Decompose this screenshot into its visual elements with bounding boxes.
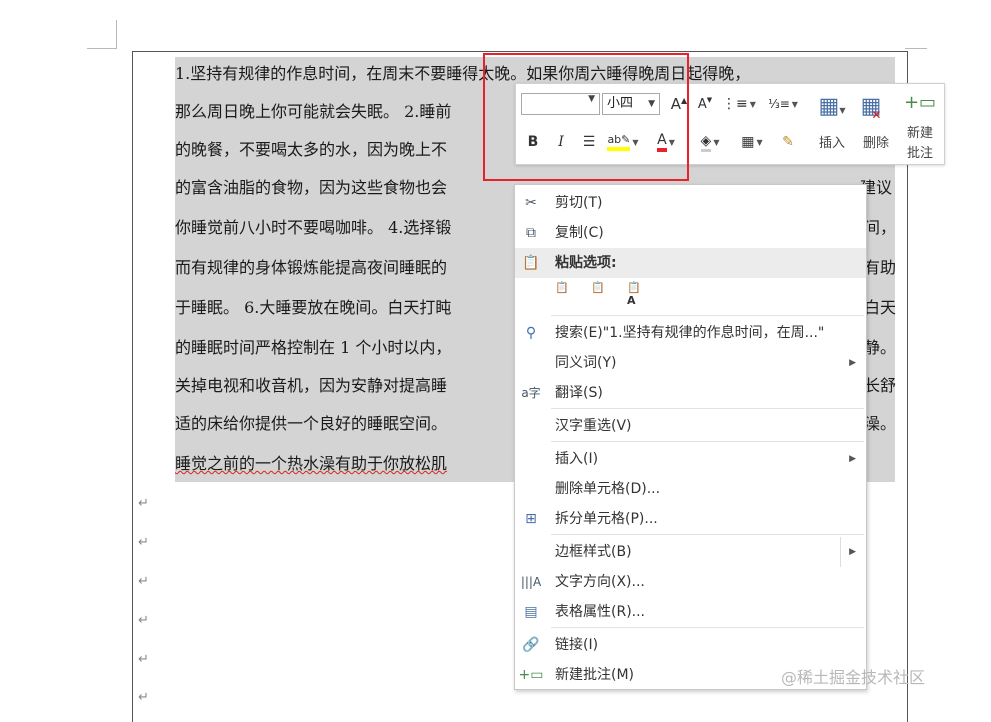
menu-item-text-direction[interactable]: |||A 文字方向(X)... [515, 567, 866, 597]
shrink-font-button[interactable]: A ▼ [694, 92, 716, 116]
menu-item-copy[interactable]: ⧉ 复制(C) [515, 218, 866, 248]
new-comment-button[interactable]: +▭ 新建 批注 [900, 90, 940, 161]
menu-item-synonyms[interactable]: 同义词(Y) ▶ [515, 348, 866, 378]
table-properties-icon: ▤ [524, 604, 538, 620]
chevron-down-icon: ▼ [791, 99, 798, 109]
document-line-fragment: 间， [864, 218, 897, 237]
paste-options-header: 📋 粘贴选项: [515, 248, 866, 278]
document-line-fragment: 有助 [864, 258, 897, 277]
document-line[interactable]: 那么周日晚上你可能就会失眠。 2.睡前 [175, 95, 452, 129]
borders-button[interactable]: ▦ ▼ [734, 130, 770, 154]
link-icon: 🔗 [522, 637, 540, 653]
paragraph-mark: ↵ [138, 496, 149, 511]
selected-text[interactable]: 的晚餐，不要喝太多的水，因为晚上不 [175, 140, 448, 159]
menu-item-split-cells[interactable]: ⊞ 拆分单元格(P)... [515, 504, 866, 534]
crop-mark [905, 48, 927, 49]
paragraph-mark: ↵ [138, 574, 149, 589]
chevron-down-icon: ▼ [749, 99, 756, 109]
document-line[interactable]: 你睡觉前八小时不要喝咖啡。 4.选择锻 [175, 211, 452, 245]
paragraph-mark: ↵ [138, 652, 149, 667]
numbering-button[interactable]: ⅓≡ ▼ [764, 92, 802, 116]
format-painter-button[interactable]: ✎ [778, 130, 798, 154]
document-line[interactable]: 的睡眠时间严格控制在 1 个小时以内， [175, 331, 452, 365]
selected-text[interactable]: 睡觉之前的一个热水澡有助于你放松肌 [175, 454, 448, 473]
paste-text-only-button[interactable]: 📋A [627, 281, 649, 307]
document-line[interactable]: 而有规律的身体锻炼能提高夜间睡眠的 [175, 251, 448, 285]
clipboard-icon: 📋 [522, 255, 540, 271]
paragraph-mark: ↵ [138, 690, 149, 705]
bullet-list-icon: ⋮≡ [722, 96, 748, 112]
delete-table-icon: ▦✕ [860, 94, 882, 122]
selected-text[interactable]: 那么周日晚上你可能就会失眠。 2.睡前 [175, 102, 452, 121]
delete-button[interactable]: ▦✕ 删除 [856, 90, 896, 160]
text-direction-icon: |||A [520, 575, 542, 589]
paste-keep-format-button[interactable]: 📋 [555, 281, 577, 305]
numbered-list-icon: ⅓≡ [768, 97, 790, 111]
chevron-right-icon: ▶ [840, 537, 856, 567]
menu-separator [551, 441, 864, 442]
document-line-fragment: 静。 [864, 338, 897, 357]
chevron-down-icon: ▼ [713, 137, 720, 147]
crop-mark [87, 48, 117, 49]
document-line[interactable]: 的晚餐，不要喝太多的水，因为晚上不 [175, 133, 448, 167]
format-painter-icon: ✎ [782, 134, 794, 150]
insert-table-icon: ▦▼ [818, 94, 846, 119]
selected-text[interactable]: 你睡觉前八小时不要喝咖啡。 4.选择锻 [175, 218, 452, 237]
selected-text[interactable]: 的睡眠时间严格控制在 1 个小时以内， [175, 338, 452, 357]
chevron-right-icon: ▶ [849, 358, 856, 368]
paragraph-mark: ↵ [138, 535, 149, 550]
comment-icon: +▭ [903, 92, 937, 113]
context-menu: ✂ 剪切(T) ⧉ 复制(C) 📋 粘贴选项: 📋 📋 📋A ⚲ 搜索(E)"1… [514, 184, 867, 690]
menu-item-insert[interactable]: 插入(I) ▶ [515, 444, 866, 474]
translate-icon: a字 [521, 386, 541, 400]
document-line-fragment: 长舒 [864, 376, 897, 395]
border-icon: ▦ [741, 134, 755, 150]
menu-item-border-styles[interactable]: 边框样式(B) ▶ [515, 537, 866, 567]
menu-item-table-properties[interactable]: ▤ 表格属性(R)... [515, 597, 866, 627]
selected-text[interactable]: 关掉电视和收音机，因为安静对提高睡 [175, 376, 448, 395]
menu-separator [551, 534, 864, 535]
document-line-fragment: 白天 [864, 298, 897, 317]
copy-icon: ⧉ [526, 225, 536, 241]
insert-button[interactable]: ▦▼ 插入 [812, 90, 852, 160]
paint-bucket-icon: ◈ [700, 133, 712, 152]
bullets-button[interactable]: ⋮≡ ▼ [722, 92, 756, 116]
split-cells-icon: ⊞ [525, 511, 537, 527]
document-line-fragment: 澡。 [864, 414, 897, 433]
new-comment-icon: +▭ [518, 667, 544, 683]
document-line[interactable]: 的富含油脂的食物，因为这些食物也会 [175, 171, 448, 205]
paragraph-mark: ↵ [138, 613, 149, 628]
document-line[interactable]: 适的床给你提供一个良好的睡眠空间。 [175, 407, 448, 441]
paste-merge-format-button[interactable]: 📋 [591, 281, 613, 305]
document-line[interactable]: 关掉电视和收音机，因为安静对提高睡 [175, 369, 448, 403]
menu-item-link[interactable]: 🔗 链接(I) [515, 630, 866, 660]
selected-text[interactable]: 的富含油脂的食物，因为这些食物也会 [175, 178, 448, 197]
search-icon: ⚲ [525, 325, 537, 341]
menu-item-reconvert[interactable]: 汉字重选(V) [515, 411, 866, 441]
selected-text[interactable]: 而有规律的身体锻炼能提高夜间睡眠的 [175, 258, 448, 277]
document-line[interactable]: 于睡眠。 6.大睡要放在晚间。白天打盹 [175, 291, 452, 325]
paste-keep-format-icon: 📋 [555, 281, 569, 294]
paste-options-row: 📋 📋 📋A [555, 281, 649, 309]
menu-item-search[interactable]: ⚲ 搜索(E)"1.坚持有规律的作息时间，在周..." [515, 318, 866, 348]
crop-mark [116, 20, 117, 49]
menu-separator [551, 627, 864, 628]
shading-button[interactable]: ◈ ▼ [692, 130, 728, 154]
paste-merge-format-icon: 📋 [591, 281, 605, 294]
watermark: @稀土掘金技术社区 [781, 668, 926, 687]
scissors-icon: ✂ [525, 195, 537, 211]
menu-separator [551, 315, 864, 316]
menu-item-cut[interactable]: ✂ 剪切(T) [515, 188, 866, 218]
selected-text[interactable]: 适的床给你提供一个良好的睡眠空间。 [175, 414, 448, 433]
document-line[interactable]: 睡觉之前的一个热水澡有助于你放松肌 [175, 447, 448, 481]
highlight-box [483, 53, 689, 181]
chevron-right-icon: ▶ [849, 454, 856, 464]
menu-item-delete-cells[interactable]: 删除单元格(D)... [515, 474, 866, 504]
chevron-down-icon: ▼ [756, 137, 763, 147]
paste-text-only-icon: 📋A [627, 281, 641, 307]
menu-separator [551, 408, 864, 409]
selected-text[interactable]: 于睡眠。 6.大睡要放在晚间。白天打盹 [175, 298, 452, 317]
menu-item-translate[interactable]: a字 翻译(S) [515, 378, 866, 408]
